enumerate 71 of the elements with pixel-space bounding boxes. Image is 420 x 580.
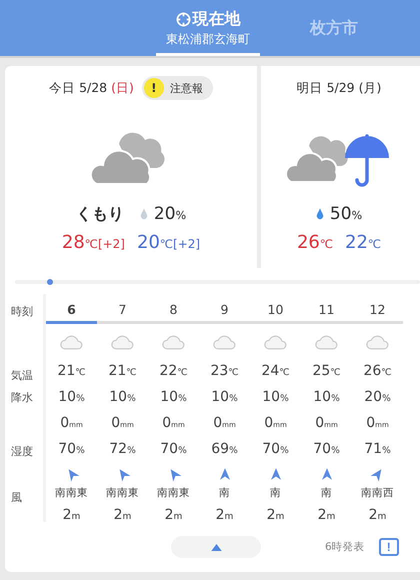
wind-direction: 南南東 [55,486,88,501]
cloud-icon [110,334,134,350]
precip-chance: 10% [211,388,238,407]
collapse-button[interactable] [171,536,261,558]
wind-direction: 南 [321,486,332,501]
cloud-icon [314,334,338,350]
wind-direction: 南 [219,486,230,501]
humidity-value: 69% [211,440,238,459]
cloud-icon [366,334,390,350]
wind-speed: 2m [318,506,336,525]
wind-direction: 南南東 [106,486,139,501]
wind-direction: 南南西 [361,486,394,501]
precip-chance: 10% [58,388,85,407]
wind-speed: 2m [62,506,80,525]
row-label: 降水 [11,390,33,405]
high-temperature: 28℃[+2] [62,232,125,253]
day-date: 明日 5/29 (月) [296,80,382,96]
temperature-value: 26℃ [363,362,392,381]
humidity-value: 72% [109,440,136,459]
precip-chance: 10% [262,388,289,407]
row-label: 風 [11,490,22,505]
crosshair-icon [176,12,190,27]
hour-tab[interactable]: 10 [250,294,301,324]
precip-chance: 10% [313,388,340,407]
hour-tab[interactable]: 6 [46,294,97,324]
humidity-value: 70% [262,440,289,459]
raindrop-icon [140,208,148,220]
wind-speed: 2m [368,506,386,525]
wind-speed: 2m [114,506,132,525]
temperature-value: 22℃ [159,362,188,381]
hour-tab[interactable]: 11 [301,294,352,324]
cloud-icon [60,334,84,350]
cloud-icon [162,334,186,350]
humidity-value: 71% [364,440,391,459]
precip-chance: 20% [364,388,391,407]
high-temperature: 26℃ [296,232,333,253]
announce-time: 6時発表 [325,540,365,554]
wind-speed: 2m [266,506,284,525]
wind-direction: 南 [270,486,281,501]
humidity-value: 70% [313,440,340,459]
hour-tab[interactable]: 12 [352,294,403,324]
precip-chance: 50% [330,204,362,224]
day-date: 今日 5/28 (日) [49,80,134,96]
precip-chance: 10% [109,388,136,407]
cloud-icon [264,334,288,350]
row-label: 湿度 [11,444,33,459]
temperature-value: 25℃ [312,362,341,381]
weather-condition: くもり [76,204,124,224]
temperature-value: 21℃ [108,362,137,381]
humidity-value: 70% [58,440,85,459]
row-label: 気温 [11,368,33,383]
caret-up-icon [210,544,222,550]
precip-chance: 10% [160,388,187,407]
exclamation-icon: ! [144,78,164,98]
cloud-icon [212,334,236,350]
temperature-value: 23℃ [210,362,239,381]
wind-speed: 2m [164,506,182,525]
warning-badge[interactable]: ! 注意報 [142,76,213,100]
low-temperature: 22℃ [345,232,382,253]
temperature-value: 24℃ [261,362,290,381]
row-label: 時刻 [11,304,33,319]
hour-tab[interactable]: 9 [199,294,250,324]
low-temperature: 20℃[+2] [137,232,200,253]
raindrop-icon [316,208,324,220]
hour-tab[interactable]: 8 [148,294,199,324]
temperature-value: 21℃ [57,362,86,381]
hour-tab[interactable]: 7 [97,294,148,324]
precip-chance: 20% [154,204,186,224]
wind-speed: 2m [216,506,234,525]
humidity-value: 70% [160,440,187,459]
wind-direction: 南南東 [157,486,190,501]
